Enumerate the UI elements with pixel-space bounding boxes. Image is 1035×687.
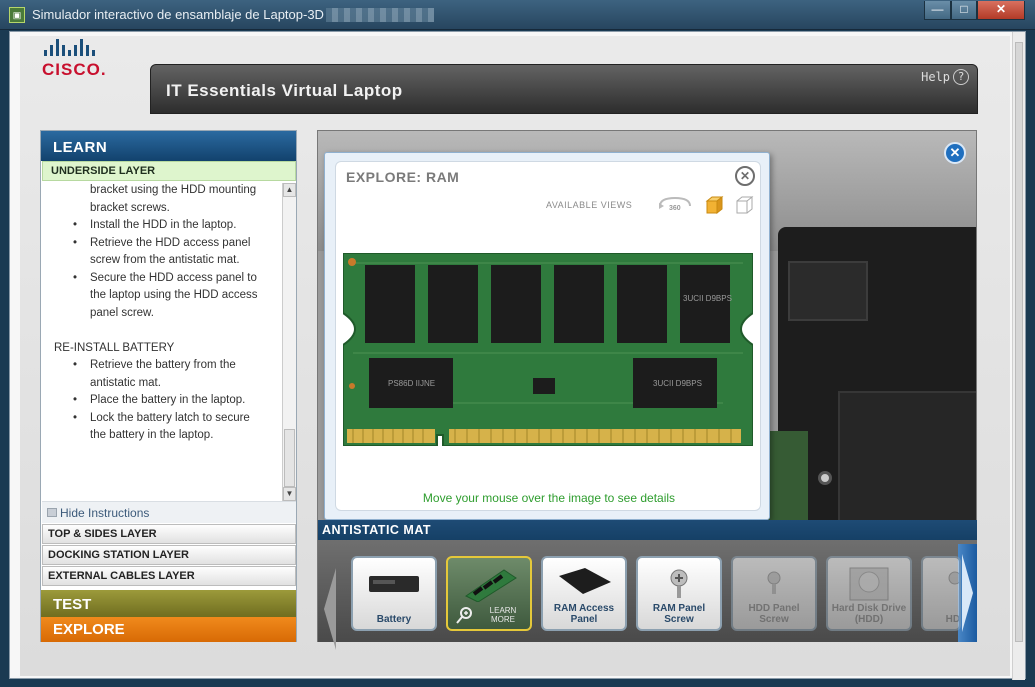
bullet-icon: • — [73, 219, 78, 231]
laptop-vent — [788, 261, 868, 321]
maximize-button[interactable]: □ — [951, 1, 977, 20]
instruction-line: Retrieve the HDD access panel — [90, 236, 251, 249]
cisco-logo: CISCO. — [38, 36, 122, 86]
underside-layer-item[interactable]: UNDERSIDE LAYER — [42, 161, 296, 181]
help-icon: ? — [953, 69, 969, 85]
minimize-button[interactable]: — — [924, 1, 951, 20]
cisco-wordmark: CISCO. — [42, 60, 107, 79]
component-tray: Battery LEARN MORE RAM Access Panel RAM … — [318, 540, 977, 650]
available-views-label: AVAILABLE VIEWS — [546, 200, 633, 210]
antistatic-mat-label: ANTISTATIC MAT — [322, 523, 432, 537]
test-header[interactable]: TEST — [41, 590, 296, 617]
instruction-line: Secure the HDD access panel to — [90, 271, 257, 284]
window-scrollbar[interactable] — [1012, 32, 1025, 680]
chip-label-left: PS86D IIJNE — [388, 379, 435, 388]
window-titlebar: ▣ Simulador interactivo de ensamblaje de… — [0, 0, 1035, 30]
instructions-list: bracket using the HDD mounting bracket sc… — [41, 182, 281, 502]
view-360-text: 360 — [669, 205, 681, 212]
component-label: Hard Disk Drive (HDD) — [831, 603, 907, 625]
close-view-icon[interactable]: ✕ — [944, 142, 966, 164]
component-battery[interactable]: Battery — [351, 556, 437, 631]
chip-label-top: 3UCII D9BPS — [683, 294, 732, 303]
component-hdd-panel-screw[interactable]: HDD Panel Screw — [731, 556, 817, 631]
component-hdd[interactable]: Hard Disk Drive (HDD) — [826, 556, 912, 631]
component-label: Battery — [376, 614, 412, 625]
cisco-bars-icon — [44, 36, 122, 56]
bullet-icon: • — [73, 271, 78, 284]
help-button[interactable]: Help ? — [921, 69, 969, 85]
component-label: HDD Sc — [945, 614, 961, 625]
cube-view-icon[interactable] — [704, 195, 724, 215]
learn-more-label: LEARN MORE — [489, 606, 517, 624]
scroll-up-icon[interactable]: ▲ — [283, 183, 296, 197]
instruction-line: Place the battery in the laptop. — [90, 394, 246, 406]
explore-popup-body: EXPLORE: RAM ✕ AVAILABLE VIEWS 360 3UCII… — [335, 161, 761, 511]
title-redaction — [326, 8, 434, 22]
scroll-left-icon[interactable] — [320, 564, 340, 654]
instruction-line: bracket using the HDD mounting — [90, 184, 257, 196]
bullet-icon: • — [73, 359, 78, 371]
close-window-button[interactable]: ✕ — [977, 1, 1025, 20]
antistatic-mat-bar: ANTISTATIC MAT — [318, 520, 977, 540]
component-ram-panel-screw[interactable]: RAM Panel Screw — [636, 556, 722, 631]
instruction-line: Retrieve the battery from the — [90, 359, 236, 371]
left-panel: LEARN UNDERSIDE LAYER bracket using the … — [40, 130, 297, 642]
screw-icon — [948, 571, 959, 585]
wireframe-view-icon[interactable] — [734, 195, 754, 215]
component-label: HDD Panel Screw — [748, 603, 800, 625]
scroll-down-icon[interactable]: ▼ — [283, 487, 296, 501]
component-ram[interactable]: LEARN MORE — [446, 556, 532, 631]
view-360-icon[interactable]: 360 — [656, 194, 694, 214]
bullet-icon: • — [73, 236, 78, 249]
hide-instructions-label: Hide Instructions — [60, 506, 150, 520]
component-label: RAM Panel Screw — [652, 603, 706, 625]
popup-title: EXPLORE: RAM — [346, 169, 460, 185]
screw-icon — [767, 571, 781, 594]
popup-hint: Move your mouse over the image to see de… — [422, 491, 676, 505]
scroll-thumb[interactable] — [284, 429, 295, 487]
layer-top-sides[interactable]: TOP & SIDES LAYER — [42, 524, 296, 544]
app-title: IT Essentials Virtual Laptop — [166, 81, 403, 100]
learn-header[interactable]: LEARN — [41, 131, 296, 161]
popup-close-icon[interactable]: ✕ — [735, 166, 755, 186]
hide-instructions-icon — [47, 508, 57, 517]
layer-docking-station[interactable]: DOCKING STATION LAYER — [42, 545, 296, 565]
window-scroll-thumb[interactable] — [1015, 42, 1023, 642]
instruction-section-title: RE-INSTALL BATTERY — [54, 341, 175, 354]
ram-module-image[interactable]: 3UCII D9BPS PS86D IIJNE 3UCII D9BPS — [343, 253, 753, 446]
panel-icon — [559, 568, 611, 594]
instruction-line: screw from the antistatic mat. — [90, 254, 240, 266]
chip-label-right: 3UCII D9BPS — [653, 379, 702, 388]
bullet-icon: • — [73, 411, 78, 424]
antistatic-mat: ANTISTATIC MAT Battery LEARN MORE RAM Ac… — [317, 520, 977, 650]
explore-popup: EXPLORE: RAM ✕ AVAILABLE VIEWS 360 3UCII… — [324, 152, 770, 534]
instruction-line: Install the HDD in the laptop. — [90, 219, 237, 231]
ram-icon — [465, 569, 517, 602]
laptop-hdd-bay[interactable] — [838, 391, 976, 531]
component-label: RAM Access Panel — [553, 603, 615, 625]
instruction-line: antistatic mat. — [90, 376, 161, 389]
battery-icon — [369, 576, 419, 592]
app-icon: ▣ — [9, 7, 25, 23]
screw-icon — [670, 569, 688, 598]
instruction-line: the battery in the laptop. — [90, 429, 214, 441]
help-label: Help — [921, 70, 950, 84]
app-header: IT Essentials Virtual Laptop Help ? — [150, 64, 978, 114]
bullet-icon: • — [73, 394, 78, 406]
laptop-screw[interactable] — [818, 471, 832, 485]
window-title: Simulador interactivo de ensamblaje de L… — [32, 7, 324, 22]
component-ram-access-panel[interactable]: RAM Access Panel — [541, 556, 627, 631]
hide-instructions-button[interactable]: Hide Instructions — [42, 501, 296, 523]
component-hdd-screw[interactable]: HDD Sc — [921, 556, 961, 631]
explore-header[interactable]: EXPLORE — [41, 617, 296, 642]
laptop-board — [768, 431, 808, 531]
instruction-line: the laptop using the HDD access — [90, 289, 258, 301]
magnifier-icon — [456, 607, 472, 624]
instruction-line: Lock the battery latch to secure — [90, 411, 250, 424]
hdd-icon — [849, 567, 889, 601]
layer-external-cables[interactable]: EXTERNAL CABLES LAYER — [42, 566, 296, 586]
instruction-line: bracket screws. — [90, 201, 170, 214]
instructions-scrollbar[interactable]: ▲ ▼ — [282, 183, 296, 501]
instruction-line: panel screw. — [90, 306, 154, 319]
